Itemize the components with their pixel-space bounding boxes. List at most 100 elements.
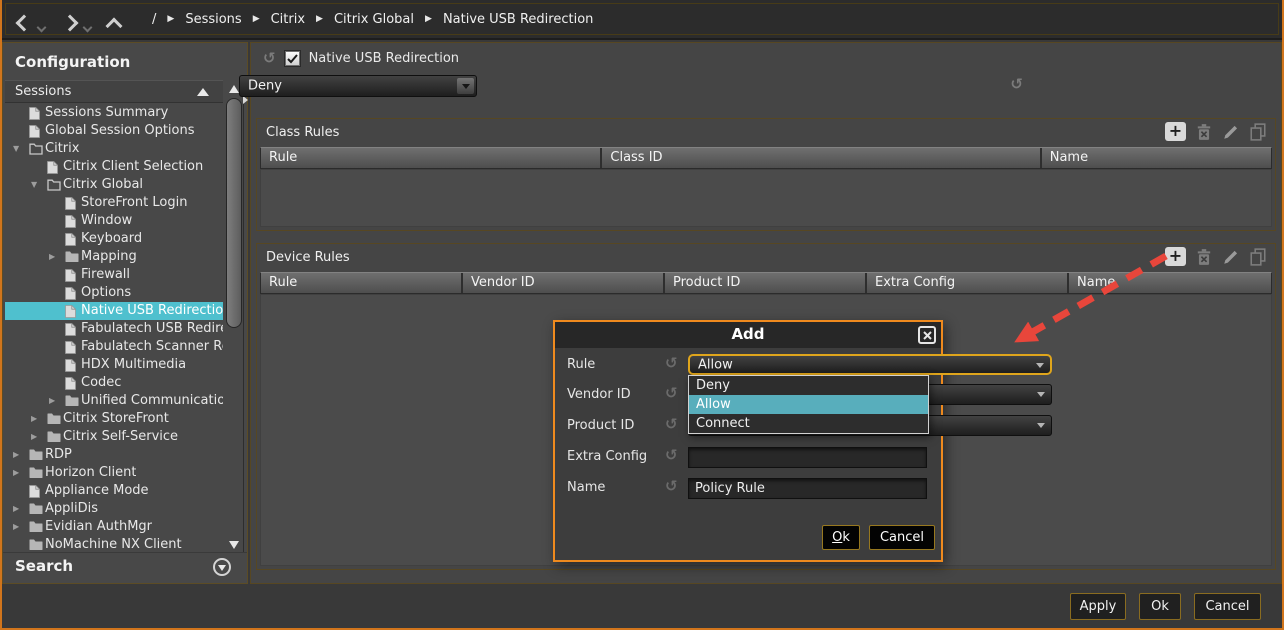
copy-button[interactable]	[1249, 248, 1267, 266]
file-icon	[65, 359, 81, 372]
native-usb-checkbox[interactable]	[285, 51, 300, 66]
expander-closed-icon[interactable]: ▶	[13, 446, 29, 464]
search-section-header[interactable]: Search	[3, 552, 247, 583]
column-header: Rule	[261, 148, 602, 168]
search-expand-button[interactable]	[213, 558, 231, 576]
edit-button[interactable]	[1222, 123, 1240, 141]
cancel-button[interactable]: Cancel	[1194, 593, 1261, 620]
edit-button[interactable]	[1222, 248, 1240, 266]
tree-item[interactable]: StoreFront Login	[5, 194, 223, 212]
breadcrumb-item[interactable]: Native USB Redirection	[443, 12, 593, 27]
tree-item[interactable]: Options	[5, 284, 223, 302]
expander-closed-icon[interactable]: ▶	[13, 500, 29, 518]
folder-closed-icon	[29, 503, 45, 515]
breadcrumb-item[interactable]: Sessions	[185, 12, 241, 27]
tree-item[interactable]: ▶Mapping	[5, 248, 223, 266]
revert-icon[interactable]: ↺	[665, 417, 678, 432]
expander-closed-icon[interactable]: ▶	[31, 428, 47, 446]
default-rule-combobox[interactable]: Deny	[239, 75, 477, 97]
breadcrumb-arrow-icon: ▶	[316, 15, 323, 24]
dropdown-option[interactable]: Deny	[689, 376, 928, 395]
tree-item[interactable]: ▶Citrix StoreFront	[5, 410, 223, 428]
tree-item[interactable]: Sessions Summary	[5, 104, 223, 122]
dropdown-option[interactable]: Allow	[689, 395, 928, 414]
revert-icon[interactable]: ↺	[263, 51, 276, 66]
apply-button[interactable]: Apply	[1070, 593, 1126, 620]
tree-item[interactable]: Appliance Mode	[5, 482, 223, 500]
delete-button[interactable]	[1195, 123, 1213, 141]
expander-closed-icon[interactable]: ▶	[13, 518, 29, 536]
tree-item-label: Citrix Self-Service	[63, 428, 178, 446]
tree-item[interactable]: Global Session Options	[5, 122, 223, 140]
revert-icon[interactable]: ↺	[1010, 77, 1023, 92]
back-button[interactable]	[18, 14, 30, 33]
dialog-ok-button[interactable]: Ok	[822, 525, 860, 550]
revert-icon[interactable]: ↺	[665, 356, 678, 371]
copy-button[interactable]	[1249, 123, 1267, 141]
splitter-collapse-right-icon[interactable]	[243, 96, 248, 104]
tree-item[interactable]: HDX Multimedia	[5, 356, 223, 374]
tree-item[interactable]: Native USB Redirection	[5, 302, 223, 320]
rule-combobox[interactable]: Allow	[688, 354, 1052, 375]
back-history-caret-icon	[37, 23, 47, 33]
up-button[interactable]	[108, 17, 120, 36]
add-button[interactable]: +	[1165, 247, 1186, 266]
tree-item[interactable]: Fabulatech Scanner Re	[5, 338, 223, 356]
copy-icon	[1249, 248, 1267, 266]
field-label: Name	[567, 480, 605, 495]
dialog-close-button[interactable]	[918, 326, 936, 344]
triangle-up-icon	[197, 88, 209, 96]
tree-item[interactable]: Firewall	[5, 266, 223, 284]
revert-icon[interactable]: ↺	[665, 479, 678, 494]
tree-item-label: Keyboard	[81, 230, 142, 248]
revert-icon[interactable]: ↺	[665, 386, 678, 401]
tree-item[interactable]: Citrix Client Selection	[5, 158, 223, 176]
tree-item[interactable]: ▶AppliDis	[5, 500, 223, 518]
expander-open-icon[interactable]: ▼	[13, 140, 29, 158]
tree-item[interactable]: ▶ Horizon Client	[5, 464, 223, 482]
top-toolbar: / ▶Sessions▶Citrix▶Citrix Global▶Native …	[2, 0, 1282, 40]
extra-config-input[interactable]	[688, 447, 927, 468]
device-rules-title: Device Rules	[266, 250, 350, 265]
tree-item[interactable]: Keyboard	[5, 230, 223, 248]
tree-item-label: Fabulatech USB Redirec	[81, 320, 223, 338]
forward-history-button[interactable]	[84, 16, 91, 35]
tree-item[interactable]: ▶ Citrix Self-Service	[5, 428, 223, 446]
ok-button[interactable]: Ok	[1139, 593, 1181, 620]
tree-item[interactable]: ▶Evidian AuthMgr	[5, 518, 223, 536]
add-button[interactable]: +	[1165, 122, 1186, 141]
scrollbar-thumb[interactable]	[226, 98, 242, 328]
tree-item-label: Horizon Client	[45, 464, 136, 482]
breadcrumb-item[interactable]: Citrix	[271, 12, 305, 27]
column-header: Rule	[261, 273, 463, 293]
tree-item[interactable]: Window	[5, 212, 223, 230]
scroll-up-icon[interactable]	[229, 85, 239, 93]
file-icon	[65, 377, 81, 390]
folder-closed-icon	[65, 395, 81, 407]
breadcrumb-root[interactable]: /	[152, 12, 156, 27]
expander-closed-icon[interactable]: ▶	[13, 464, 29, 482]
tree-item[interactable]: ▶Unified Communications	[5, 392, 223, 410]
name-input[interactable]	[688, 478, 927, 499]
column-header: Name	[1042, 148, 1271, 168]
tree-item[interactable]: Fabulatech USB Redirec	[5, 320, 223, 338]
tree-item[interactable]: ▼Citrix	[5, 140, 223, 158]
expander-closed-icon[interactable]: ▶	[49, 392, 65, 410]
file-icon	[65, 323, 81, 336]
forward-button[interactable]	[64, 14, 76, 33]
dialog-cancel-button[interactable]: Cancel	[869, 525, 935, 550]
sidebar-scrollbar[interactable]	[225, 82, 244, 552]
delete-button[interactable]	[1195, 248, 1213, 266]
back-history-button[interactable]	[38, 16, 45, 35]
expander-closed-icon[interactable]: ▶	[31, 410, 47, 428]
tree-item[interactable]: Codec	[5, 374, 223, 392]
dropdown-option[interactable]: Connect	[689, 414, 928, 433]
breadcrumb-item[interactable]: Citrix Global	[334, 12, 414, 27]
expander-closed-icon[interactable]: ▶	[49, 248, 65, 266]
scroll-down-icon[interactable]	[229, 541, 239, 549]
tree-item[interactable]: ▶RDP	[5, 446, 223, 464]
expander-open-icon[interactable]: ▼	[31, 176, 47, 194]
sessions-section-header[interactable]: Sessions	[5, 80, 223, 103]
tree-item[interactable]: ▼Citrix Global	[5, 176, 223, 194]
revert-icon[interactable]: ↺	[665, 448, 678, 463]
